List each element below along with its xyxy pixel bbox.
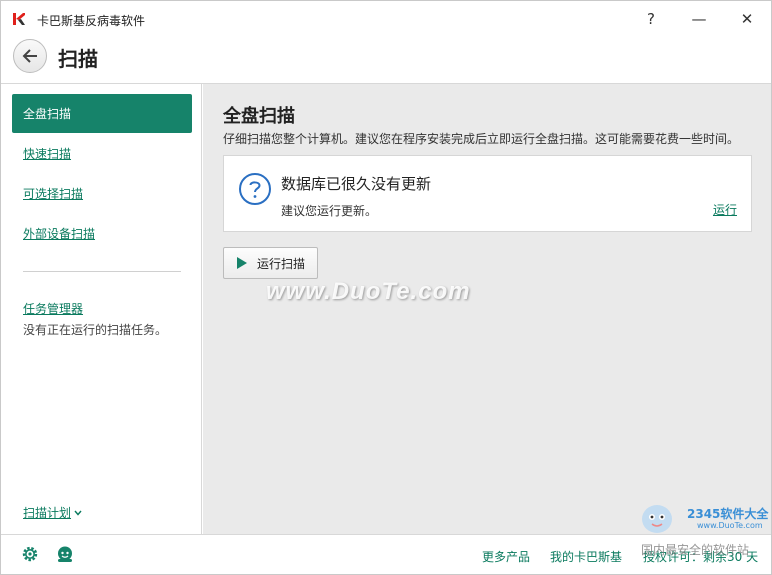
task-manager-link[interactable]: 任务管理器 [23,300,83,317]
chevron-down-icon [74,510,82,516]
close-button[interactable]: ✕ [727,7,767,31]
play-icon [237,257,247,269]
more-products-link[interactable]: 更多产品 [482,548,530,565]
page-title: 扫描 [58,47,98,71]
gear-icon[interactable] [21,545,39,563]
corner-brand-text: 2345软件大全 [687,507,769,521]
notice-title: 数据库已很久没有更新 [281,175,432,193]
app-window: 卡巴斯基反病毒软件 ? — ✕ 扫描 全盘扫描 快速扫描 可选择扫描 外部设备扫… [0,0,772,575]
scan-schedule-link[interactable]: 扫描计划 [23,504,82,521]
notice-subtitle: 建议您运行更新。 [281,204,378,218]
sidebar-divider [23,271,181,272]
run-scan-button[interactable]: 运行扫描 [223,247,318,279]
title-bar: 卡巴斯基反病毒软件 ? — ✕ [1,1,771,37]
app-title: 卡巴斯基反病毒软件 [37,14,146,28]
run-update-link[interactable]: 运行 [713,201,737,218]
arrow-left-icon [22,49,37,63]
page-header: 扫描 [1,37,771,83]
corner-url-text: www.DuoTe.com [697,521,763,530]
section-title: 全盘扫描 [223,106,295,127]
task-status-text: 没有正在运行的扫描任务。 [23,323,168,337]
sidebar: 全盘扫描 快速扫描 可选择扫描 外部设备扫描 任务管理器 没有正在运行的扫描任务… [1,84,202,534]
help-button[interactable]: ? [631,7,671,31]
main-panel: 全盘扫描 仔细扫描您整个计算机。建议您在程序安装完成后立即运行全盘扫描。这可能需… [203,84,771,534]
kaspersky-logo-icon [13,13,25,25]
support-icon[interactable] [56,545,74,563]
question-circle-icon [239,173,271,205]
sidebar-item-full-scan[interactable]: 全盘扫描 [12,94,192,133]
mascot-icon [642,505,672,533]
back-button[interactable] [13,39,47,73]
scan-schedule-label: 扫描计划 [23,506,72,520]
sidebar-item-quick-scan[interactable]: 快速扫描 [12,134,192,173]
sidebar-item-external-device-scan[interactable]: 外部设备扫描 [12,214,192,253]
minimize-button[interactable]: — [679,7,719,31]
section-description: 仔细扫描您整个计算机。建议您在程序安装完成后立即运行全盘扫描。这可能需要花费一些… [223,132,740,146]
my-kaspersky-link[interactable]: 我的卡巴斯基 [550,548,622,565]
sidebar-item-selective-scan[interactable]: 可选择扫描 [12,174,192,213]
run-scan-label: 运行扫描 [257,256,306,271]
corner-tagline-text: 国内最安全的软件站 [641,543,750,557]
database-notice-card: 数据库已很久没有更新 建议您运行更新。 运行 [223,155,752,232]
watermark-text: www.DuoTe.com [266,278,471,305]
